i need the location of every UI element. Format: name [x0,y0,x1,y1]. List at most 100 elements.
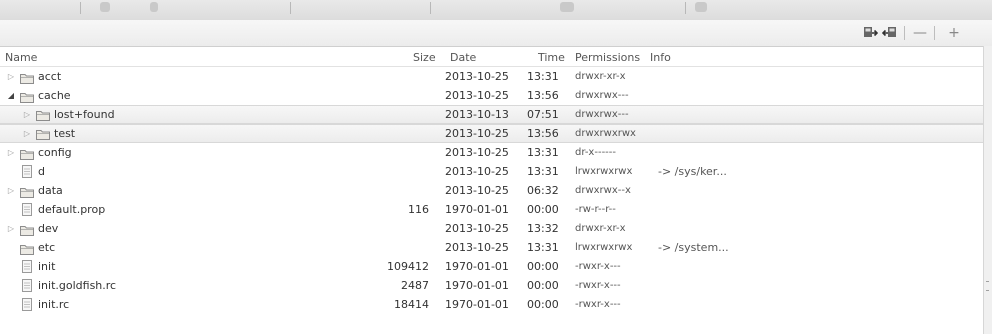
folder-icon [20,90,34,103]
folder-icon [36,128,50,140]
file-name: acct [38,70,62,83]
name-cell: init.rc [0,295,400,314]
scrollbar-grip[interactable] [986,281,989,291]
toolbar-separator [430,2,431,14]
file-date: 1970-01-01 [445,298,509,311]
folder-row[interactable]: ▷ test 2013-10-25 13:56 drwxrwxrwx [0,124,984,143]
header-time[interactable]: Time [538,51,565,64]
expand-arrow-icon[interactable]: ▷ [6,67,16,86]
file-date: 2013-10-25 [445,184,509,197]
file-time: 07:51 [527,108,559,121]
folder-row[interactable]: ◢ cache 2013-10-25 13:56 drwxrwx--- [0,86,984,105]
expand-arrow-icon[interactable]: ▷ [22,106,32,123]
file-date: 2013-10-25 [445,146,509,159]
expand-arrow-icon[interactable]: ▷ [6,219,16,238]
file-explorer-window: — + Name Size Date Time Permissions Info… [0,0,992,334]
file-permissions: -rwxr-x--- [575,261,621,272]
pull-file-icon[interactable] [862,25,878,41]
file-name: test [54,127,76,140]
folder-row[interactable]: ▷ config 2013-10-25 13:31 dr-x------ [0,143,984,162]
name-cell: ▷ acct [0,67,400,86]
name-cell: ▷ data [0,181,400,200]
name-cell: default.prop [0,200,400,219]
file-row[interactable]: d 2013-10-25 13:31 lrwxrwxrwx -> /sys/ker... [0,162,984,181]
name-cell: ▷ test [0,125,400,144]
file-date: 2013-10-25 [445,127,509,140]
file-size: 109412 [387,260,429,273]
file-icon [20,279,34,292]
file-permissions: lrwxrwxrwx [575,166,633,177]
vertical-scrollbar[interactable] [983,46,992,334]
collapse-arrow-icon[interactable]: ◢ [6,86,16,105]
file-permissions: lrwxrwxrwx [575,242,633,253]
file-name: lost+found [54,108,115,121]
file-time: 06:32 [527,184,559,197]
expand-arrow-icon[interactable]: ▷ [6,143,16,162]
file-permissions: drwxrwx--x [575,185,631,196]
header-info[interactable]: Info [650,51,671,64]
file-date: 1970-01-01 [445,203,509,216]
folder-icon [20,242,34,255]
folder-icon [20,223,34,236]
file-date: 1970-01-01 [445,260,509,273]
file-time: 13:31 [527,70,559,83]
name-cell: ▷ config [0,143,400,162]
delete-icon[interactable]: — [912,25,928,41]
file-name: init.goldfish.rc [38,279,117,292]
file-list: ▷ acct 2013-10-25 13:31 drwxr-xr-x ◢ cache 2013… [0,67,984,334]
file-date: 2013-10-25 [445,241,509,254]
file-time: 00:00 [527,260,559,273]
file-row[interactable]: init.goldfish.rc 2487 1970-01-01 00:00 -rwxr… [0,276,984,295]
file-date: 2013-10-25 [445,165,509,178]
name-cell: d [0,162,400,181]
file-date: 2013-10-25 [445,89,509,102]
folder-icon [20,185,34,198]
header-permissions[interactable]: Permissions [575,51,640,64]
toolbar-separator [290,2,291,14]
folder-icon [36,109,50,121]
file-permissions: -rwxr-x--- [575,299,621,310]
header-size[interactable]: Size [413,51,436,64]
file-name: cache [38,89,71,102]
new-folder-icon[interactable]: + [946,25,962,41]
folder-icon [20,147,34,160]
file-time: 13:56 [527,127,559,140]
file-name: d [38,165,45,178]
push-file-icon[interactable] [882,25,898,41]
expand-arrow-icon[interactable]: ▷ [22,125,32,142]
file-row[interactable]: init.rc 18414 1970-01-01 00:00 -rwxr-x--- [0,295,984,314]
name-cell: init [0,257,400,276]
file-size: 2487 [401,279,429,292]
toolbar-icon-cropped[interactable] [695,2,707,12]
file-time: 00:00 [527,279,559,292]
file-info: -> /system... [658,241,729,254]
name-cell: ◢ cache [0,86,400,105]
file-permissions: drwxrwx--- [575,90,629,101]
file-name: config [38,146,72,159]
toolbar-icon-cropped[interactable] [100,2,110,12]
file-time: 13:32 [527,222,559,235]
file-permissions: -rwxr-x--- [575,280,621,291]
file-row[interactable]: default.prop 116 1970-01-01 00:00 -rw-r--r-- [0,200,984,219]
folder-icon [20,71,34,84]
file-permissions: drwxrwxrwx [575,128,636,139]
file-time: 00:00 [527,203,559,216]
file-date: 1970-01-01 [445,279,509,292]
file-name: default.prop [38,203,106,216]
folder-row[interactable]: ▷ data 2013-10-25 06:32 drwxrwx--x [0,181,984,200]
toolbar-icon-cropped[interactable] [560,2,574,12]
expand-arrow-icon[interactable]: ▷ [6,181,16,200]
file-row[interactable]: init 109412 1970-01-01 00:00 -rwxr-x--- [0,257,984,276]
header-name[interactable]: Name [5,51,37,64]
toolbar-icon-cropped[interactable] [150,2,158,12]
file-permissions: drwxrwx--- [575,109,629,120]
file-size: 116 [408,203,429,216]
folder-row[interactable]: etc 2013-10-25 13:31 lrwxrwxrwx -> /system..… [0,238,984,257]
folder-row[interactable]: ▷ lost+found 2013-10-13 07:51 drwxrwx--- [0,105,984,124]
folder-row[interactable]: ▷ dev 2013-10-25 13:32 drwxr-xr-x [0,219,984,238]
folder-row[interactable]: ▷ acct 2013-10-25 13:31 drwxr-xr-x [0,67,984,86]
file-permissions: drwxr-xr-x [575,223,626,234]
file-name: etc [38,241,56,254]
file-time: 13:56 [527,89,559,102]
header-date[interactable]: Date [450,51,476,64]
